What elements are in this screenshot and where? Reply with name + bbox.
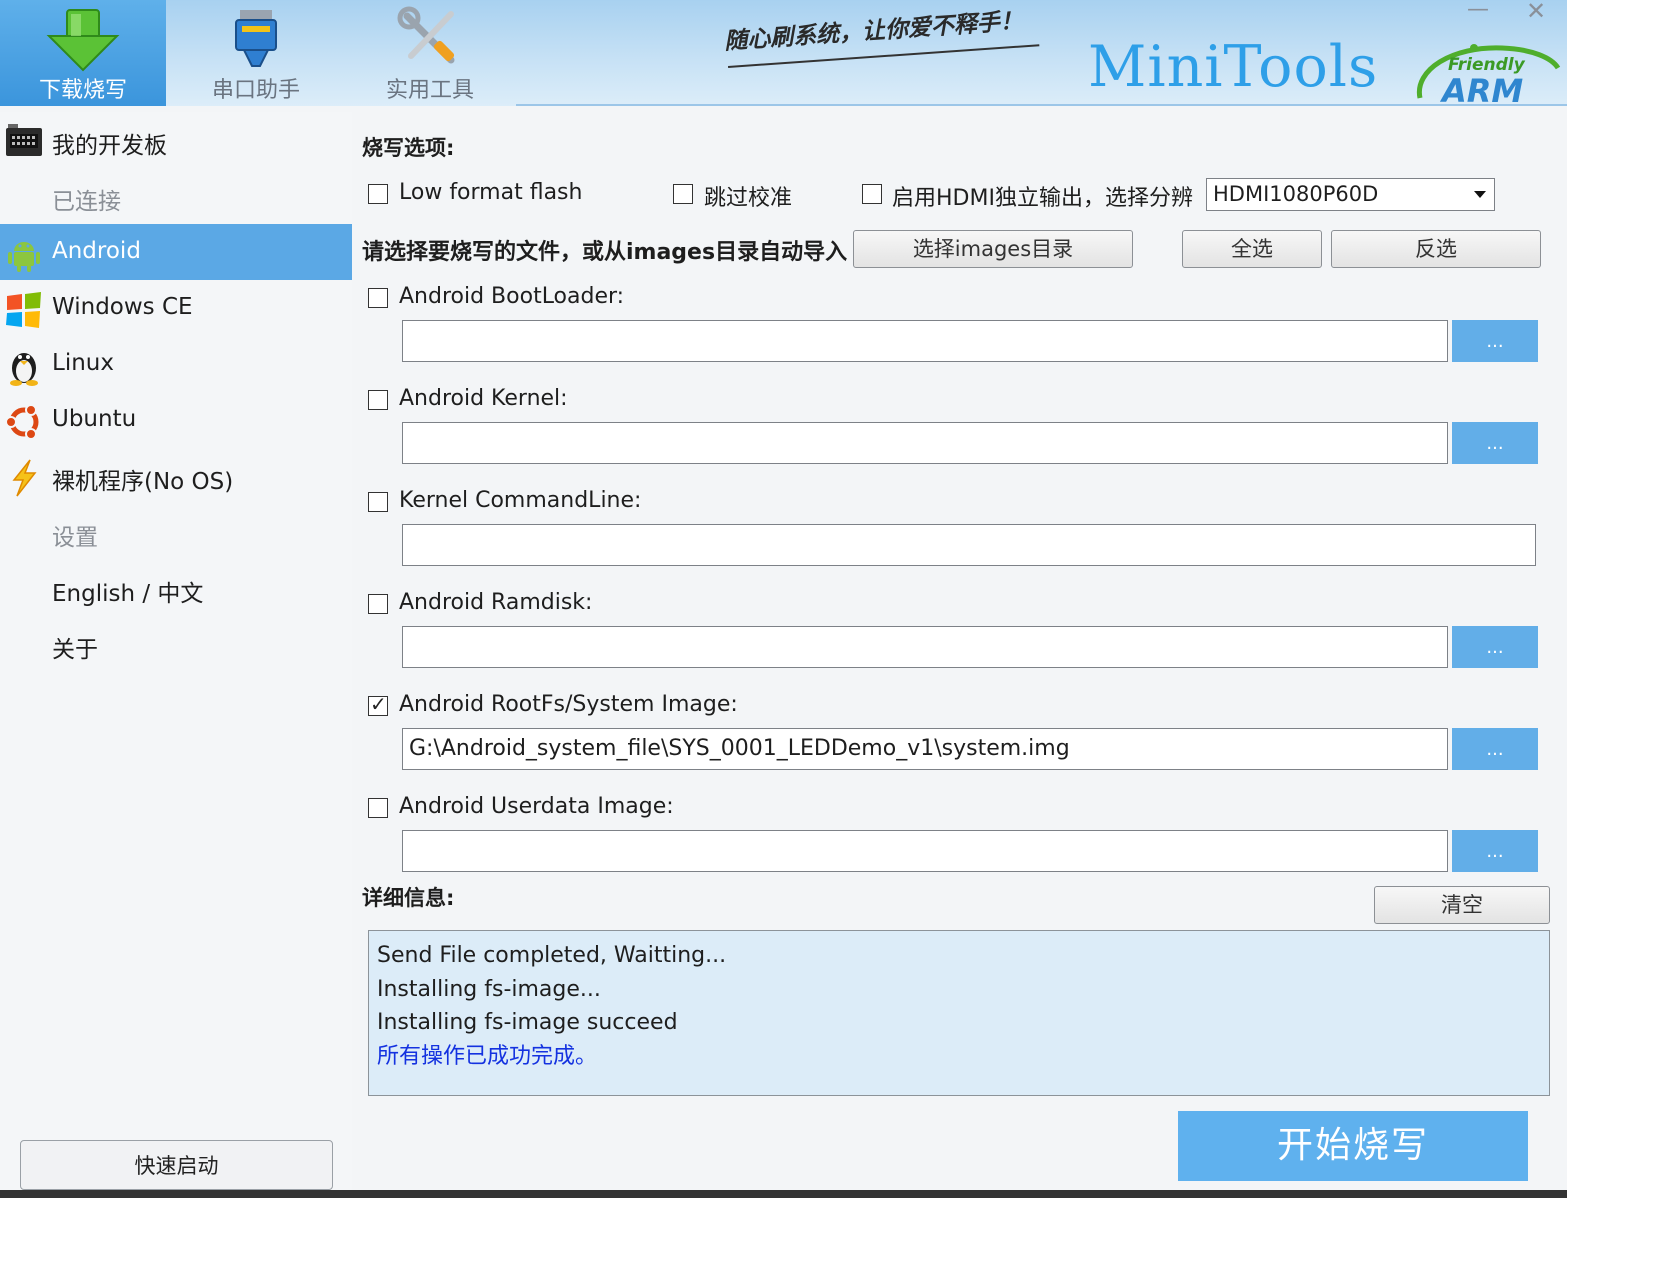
serial-port-icon [226, 6, 286, 76]
ramdisk-label: Android Ramdisk: [399, 590, 593, 615]
brand-title: MiniTools [1088, 34, 1379, 100]
main-panel: 烧写选项: Low format flash 跳过校准 启用HDMI独立输出，选… [352, 112, 1567, 1190]
quick-start-button[interactable]: 快速启动 [20, 1140, 333, 1190]
sidebar-item-windows-ce[interactable]: Windows CE [0, 280, 352, 336]
download-arrow-icon [43, 6, 123, 78]
linux-tux-icon [4, 346, 44, 386]
log-line: Installing fs-image... [377, 976, 601, 1002]
cmdline-input[interactable] [402, 524, 1536, 566]
bootloader-label: Android BootLoader: [399, 284, 625, 309]
sidebar-item-about[interactable]: 关于 [0, 616, 352, 672]
select-images-dir-button[interactable]: 选择images目录 [853, 230, 1133, 268]
android-icon [4, 234, 44, 274]
sidebar-item-label: 我的开发板 [52, 133, 167, 159]
windows-icon [4, 290, 44, 330]
sidebar-item-label: Ubuntu [52, 406, 137, 432]
tab-label: 实用工具 [385, 78, 474, 103]
header-divider [516, 104, 1567, 106]
sidebar-item-label: 已连接 [52, 189, 121, 215]
invert-selection-button[interactable]: 反选 [1331, 230, 1541, 268]
userdata-path-input[interactable] [402, 830, 1448, 872]
rootfs-browse-button[interactable]: ... [1452, 728, 1538, 770]
sidebar-item-label: 裸机程序(No OS) [52, 469, 234, 495]
tab-serial-assistant[interactable]: 串口助手 [170, 0, 342, 106]
hdmi-resolution-select[interactable]: HDMI1080P60D [1206, 178, 1495, 211]
header-bar: 下载烧写 串口助手 实用工具 随心刷系统，让你爱不释手！ MiniTools F… [0, 0, 1567, 110]
sidebar-item-no-os[interactable]: 裸机程序(No OS) [0, 448, 352, 504]
tab-label: 下载烧写 [38, 78, 127, 103]
sidebar-item-my-board[interactable]: 我的开发板 [0, 112, 352, 168]
log-line: Send File completed, Waitting... [377, 943, 727, 968]
hdmi-resolution-value: HDMI1080P60D [1213, 182, 1379, 206]
sidebar-item-ubuntu[interactable]: Ubuntu [0, 392, 352, 448]
log-line: Installing fs-image succeed [377, 1010, 678, 1035]
tab-label: 串口助手 [211, 78, 300, 103]
sidebar: 我的开发板 已连接 Android Windows CE Linux Ubunt… [0, 112, 352, 1190]
tab-utilities[interactable]: 实用工具 [344, 0, 516, 106]
kernel-label: Android Kernel: [399, 386, 568, 411]
sidebar-item-label: Android [52, 238, 141, 264]
rootfs-checkbox[interactable] [368, 692, 388, 716]
log-output: Send File completed, Waitting... Install… [368, 930, 1550, 1096]
skip-calibration-checkbox[interactable] [673, 184, 693, 204]
sidebar-item-settings-header: 设置 [0, 504, 352, 560]
kernel-path-input[interactable] [402, 422, 1448, 464]
hdmi-output-checkbox[interactable] [862, 184, 882, 204]
details-title: 详细信息: [362, 886, 455, 910]
minimize-button[interactable]: — [1466, 0, 1490, 24]
sidebar-item-label: English / 中文 [52, 581, 204, 607]
sidebar-item-label: 关于 [52, 637, 98, 663]
lightning-icon [4, 458, 44, 498]
kernel-browse-button[interactable]: ... [1452, 422, 1538, 464]
start-flash-button[interactable]: 开始烧写 [1178, 1111, 1528, 1181]
sidebar-item-label: Windows CE [52, 294, 193, 320]
ubuntu-icon [4, 402, 44, 442]
kernel-checkbox[interactable] [368, 390, 388, 410]
bootloader-browse-button[interactable]: ... [1452, 320, 1538, 362]
rootfs-label: Android RootFs/System Image: [399, 692, 738, 717]
sidebar-item-android[interactable]: Android [0, 224, 352, 280]
sidebar-item-language[interactable]: English / 中文 [0, 560, 352, 616]
sidebar-item-linux[interactable]: Linux [0, 336, 352, 392]
file-select-prompt: 请选择要烧写的文件，或从images目录自动导入 [362, 240, 848, 265]
ramdisk-browse-button[interactable]: ... [1452, 626, 1538, 668]
ramdisk-path-input[interactable] [402, 626, 1448, 668]
tab-download-flash[interactable]: 下载烧写 [0, 0, 166, 106]
board-icon [4, 122, 44, 162]
sidebar-item-label: 设置 [52, 525, 98, 551]
dropdown-arrow-icon [1474, 191, 1486, 198]
close-button[interactable]: ✕ [1524, 0, 1548, 24]
friendly-arm-logo: Friendly ARM [1412, 40, 1562, 110]
bootloader-checkbox[interactable] [368, 288, 388, 308]
userdata-checkbox[interactable] [368, 798, 388, 818]
cmdline-checkbox[interactable] [368, 492, 388, 512]
userdata-browse-button[interactable]: ... [1452, 830, 1538, 872]
tools-icon [397, 6, 463, 76]
bootloader-path-input[interactable] [402, 320, 1448, 362]
userdata-label: Android Userdata Image: [399, 794, 674, 819]
sidebar-item-connected: 已连接 [0, 168, 352, 224]
svg-text:ARM: ARM [1439, 72, 1523, 106]
select-all-button[interactable]: 全选 [1182, 230, 1322, 268]
clear-log-button[interactable]: 清空 [1374, 886, 1550, 924]
low-format-label: Low format flash [399, 180, 583, 205]
skip-calibration-label: 跳过校准 [704, 186, 793, 211]
window-bottom-border [0, 1190, 1567, 1198]
hdmi-output-label: 启用HDMI独立输出，选择分辨 [892, 186, 1193, 211]
cmdline-label: Kernel CommandLine: [399, 488, 642, 513]
flash-options-title: 烧写选项: [362, 136, 455, 160]
rootfs-path-input[interactable]: G:\Android_system_file\SYS_0001_LEDDemo_… [402, 728, 1448, 770]
ramdisk-checkbox[interactable] [368, 594, 388, 614]
low-format-checkbox[interactable] [368, 184, 388, 204]
sidebar-item-label: Linux [52, 350, 114, 376]
minitools-window: 下载烧写 串口助手 实用工具 随心刷系统，让你爱不释手！ MiniTools F… [0, 0, 1567, 1190]
log-line-success: 所有操作已成功完成。 [377, 1043, 598, 1069]
